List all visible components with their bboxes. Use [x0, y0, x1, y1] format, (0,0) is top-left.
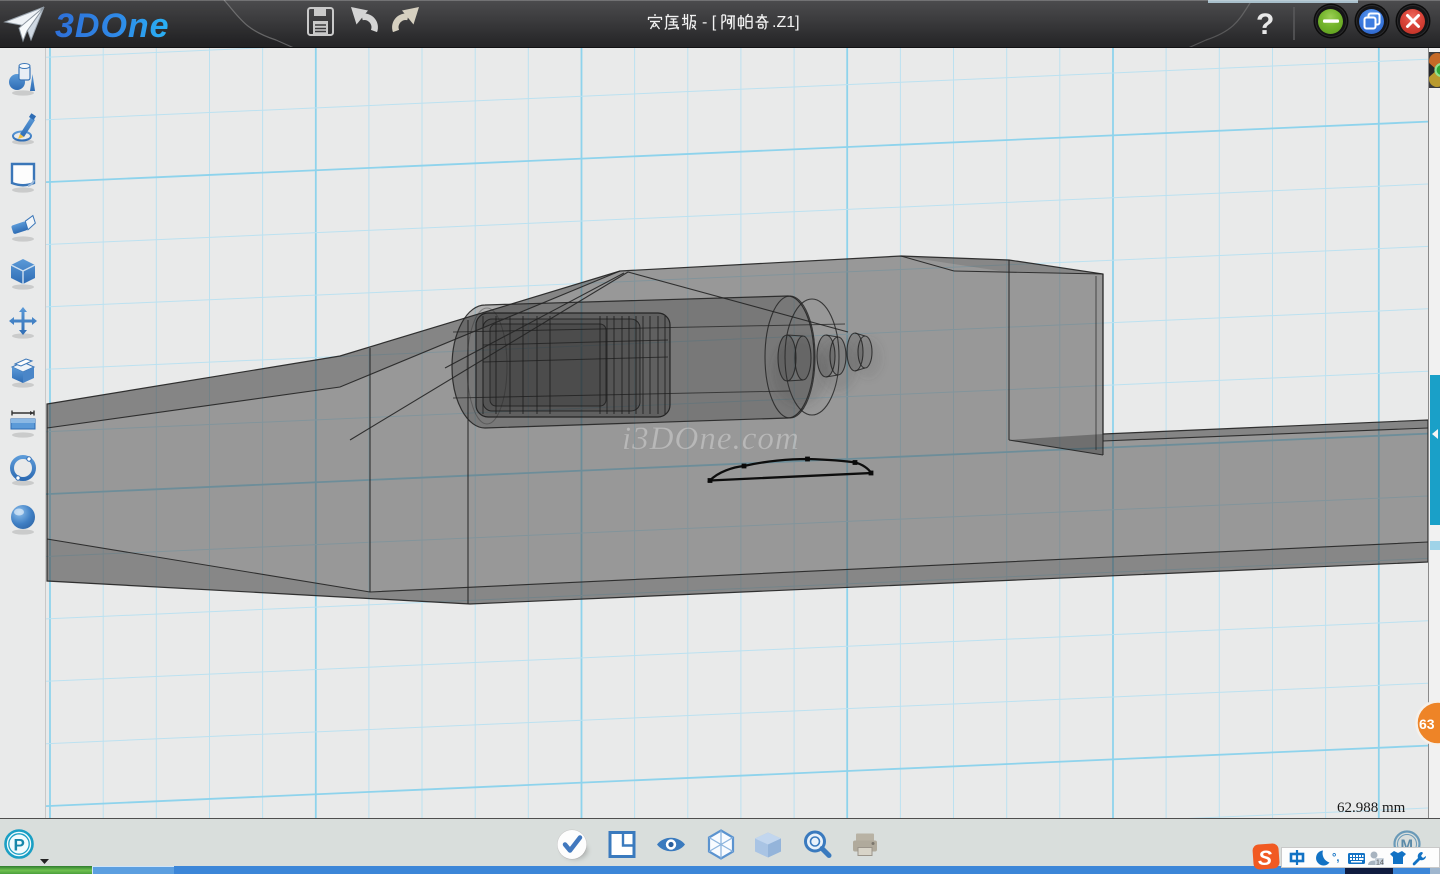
svg-text:63: 63: [1419, 716, 1435, 732]
svg-text:14: 14: [1376, 860, 1384, 867]
svg-text:i3DOne.com: i3DOne.com: [622, 421, 800, 457]
svg-text:?: ?: [1256, 8, 1274, 41]
svg-text:S: S: [1258, 847, 1272, 870]
svg-text:P: P: [14, 836, 25, 855]
svg-text:62.988 mm: 62.988 mm: [1337, 800, 1406, 816]
svg-text:- [: - [: [702, 14, 717, 31]
svg-text:3DOne: 3DOne: [55, 7, 170, 45]
svg-text:.Z1]: .Z1]: [772, 14, 800, 31]
svg-text:°,: °,: [1332, 852, 1339, 864]
